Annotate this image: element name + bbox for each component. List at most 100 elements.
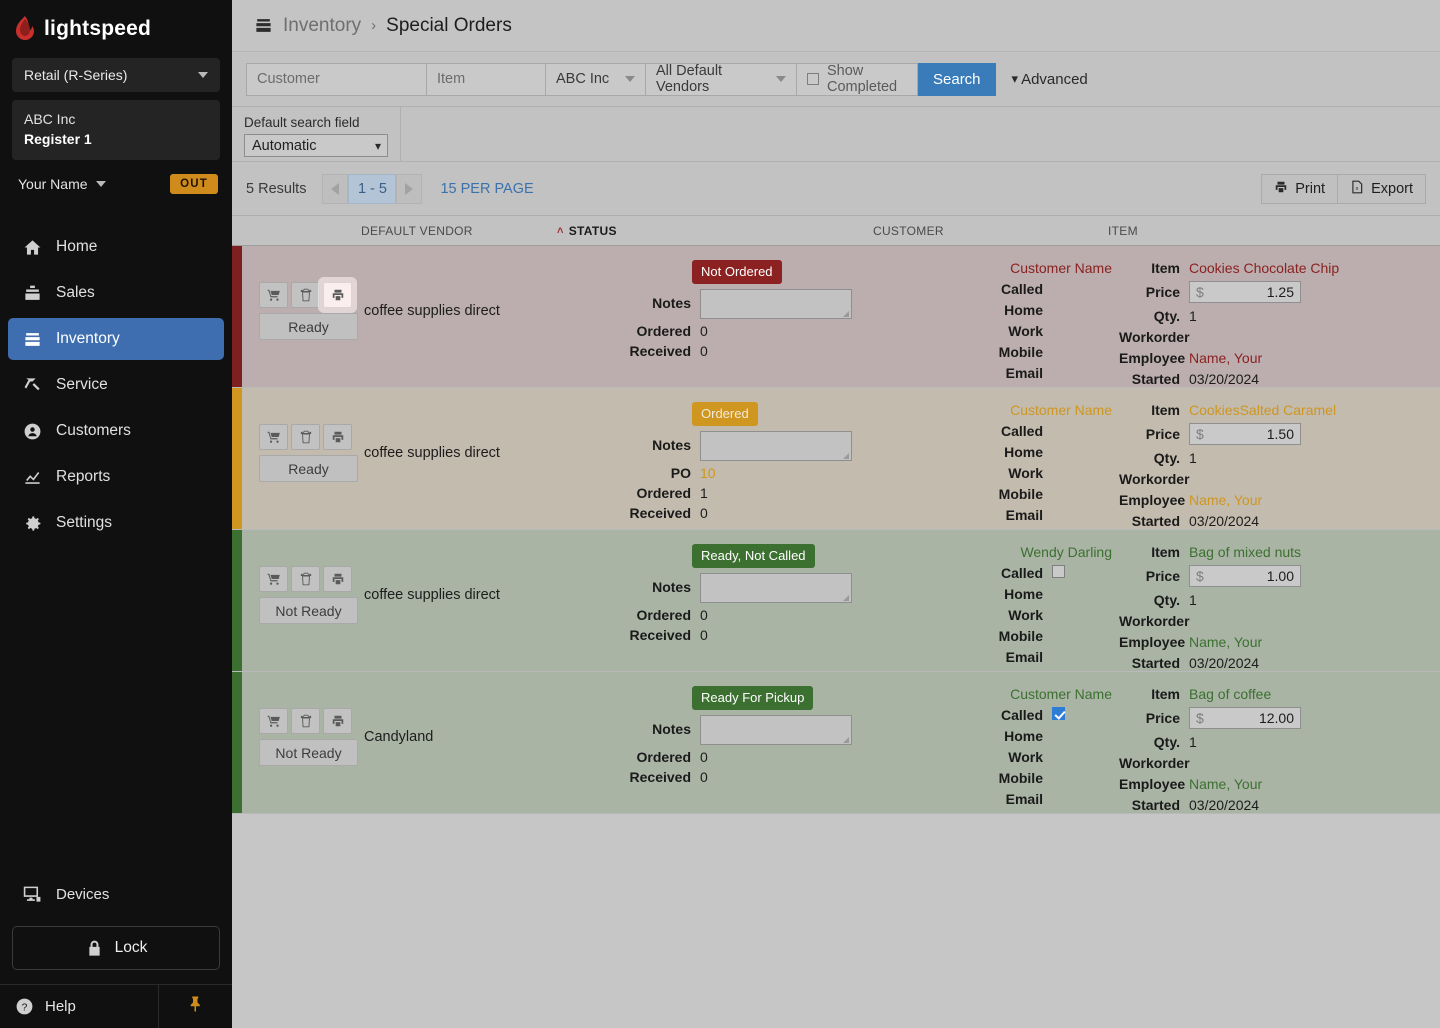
- delete-button[interactable]: [291, 282, 320, 308]
- row-item: Item Bag of coffee Price $12.00 Qty. 1 Wo…: [1119, 672, 1440, 813]
- export-button[interactable]: x Export: [1337, 173, 1426, 204]
- started-label: Started: [1131, 655, 1180, 671]
- print-row-button[interactable]: [323, 424, 352, 450]
- next-page-button[interactable]: [396, 173, 423, 204]
- sidebar-item-reports[interactable]: Reports: [8, 456, 224, 498]
- status-badge[interactable]: Ordered: [692, 402, 758, 426]
- customers-icon: [22, 421, 42, 441]
- row-qty: Qty. 1: [1119, 592, 1440, 608]
- prev-page-button[interactable]: [322, 173, 349, 204]
- lock-button[interactable]: Lock: [12, 926, 220, 970]
- ready-toggle-button[interactable]: Ready: [259, 455, 358, 482]
- ready-toggle-button[interactable]: Ready: [259, 313, 358, 340]
- print-button[interactable]: Print: [1261, 173, 1339, 204]
- sidebar-item-devices[interactable]: Devices: [0, 874, 232, 914]
- customer-search-input[interactable]: Customer: [246, 62, 427, 96]
- sidebar-item-settings[interactable]: Settings: [8, 502, 224, 544]
- row-mobile: Mobile: [874, 628, 1119, 644]
- advanced-toggle[interactable]: ▾ Advanced: [1012, 71, 1088, 88]
- ready-toggle-button[interactable]: Not Ready: [259, 597, 358, 624]
- started-value: 03/20/2024: [1189, 655, 1260, 671]
- price-input[interactable]: $1.50: [1189, 423, 1301, 445]
- delete-button[interactable]: [291, 708, 320, 734]
- called-checkbox[interactable]: [1052, 565, 1065, 578]
- register-name: Register 1: [24, 131, 92, 147]
- show-completed-checkbox[interactable]: Show Completed: [796, 62, 918, 96]
- add-to-cart-button[interactable]: [259, 282, 288, 308]
- brand-logo: lightspeed: [0, 0, 232, 52]
- item-search-input[interactable]: Item: [426, 62, 546, 96]
- delete-button[interactable]: [291, 424, 320, 450]
- print-row-button[interactable]: [323, 708, 352, 734]
- table-row: Not Ready Candyland Ready For Pickup Not…: [232, 672, 1440, 814]
- shop-select[interactable]: ABC Inc: [545, 62, 646, 96]
- per-page-button[interactable]: 15 PER PAGE: [440, 181, 533, 197]
- sidebar-item-inventory[interactable]: Inventory: [8, 318, 224, 360]
- called-checkbox[interactable]: [1052, 707, 1065, 720]
- svg-text:?: ?: [21, 1002, 27, 1013]
- employee-value[interactable]: Name, Your: [1189, 492, 1262, 508]
- notes-textarea[interactable]: [700, 431, 852, 461]
- row-email: Email: [874, 365, 1119, 381]
- notes-textarea[interactable]: [700, 715, 852, 745]
- status-badge[interactable]: Ready, Not Called: [692, 544, 815, 568]
- product-selector-label: Retail (R-Series): [24, 67, 128, 83]
- customer-name-link[interactable]: Customer Name: [874, 402, 1119, 418]
- column-header-item[interactable]: ITEM: [1108, 224, 1138, 238]
- notes-textarea[interactable]: [700, 573, 852, 603]
- row-employee: Employee Name, Your: [1119, 776, 1440, 792]
- add-to-cart-button[interactable]: [259, 708, 288, 734]
- started-label: Started: [1131, 797, 1180, 813]
- notes-textarea[interactable]: [700, 289, 852, 319]
- sidebar-item-home[interactable]: Home: [8, 226, 224, 268]
- store-register-box[interactable]: ABC Inc Register 1: [12, 100, 220, 160]
- employee-value[interactable]: Name, Your: [1189, 634, 1262, 650]
- help-button[interactable]: ? Help: [0, 985, 158, 1028]
- employee-value[interactable]: Name, Your: [1189, 776, 1262, 792]
- status-badge[interactable]: Not Ordered: [692, 260, 782, 284]
- current-page-range[interactable]: 1 - 5: [348, 173, 397, 204]
- row-work: Work: [874, 607, 1119, 623]
- column-header-status[interactable]: ˄ STATUS: [557, 224, 617, 238]
- add-to-cart-button[interactable]: [259, 566, 288, 592]
- customer-name-link[interactable]: Customer Name: [874, 260, 1119, 276]
- product-selector[interactable]: Retail (R-Series): [12, 58, 220, 92]
- vendor-select[interactable]: All Default Vendors: [645, 62, 797, 96]
- delete-button[interactable]: [291, 566, 320, 592]
- column-header-vendor[interactable]: DEFAULT VENDOR: [361, 224, 473, 238]
- user-menu[interactable]: Your Name: [18, 176, 106, 192]
- employee-value[interactable]: Name, Your: [1189, 350, 1262, 366]
- breadcrumb-parent[interactable]: Inventory: [283, 15, 361, 37]
- item-name-link[interactable]: Bag of mixed nuts: [1189, 544, 1301, 560]
- sidebar-item-sales[interactable]: Sales: [8, 272, 224, 314]
- default-search-field-select[interactable]: Automatic ▾: [244, 134, 388, 157]
- row-item-title: Item CookiesSalted Caramel: [1119, 402, 1440, 418]
- clock-out-button[interactable]: OUT: [170, 174, 218, 194]
- row-qty: Qty. 1: [1119, 734, 1440, 750]
- status-badge[interactable]: Ready For Pickup: [692, 686, 814, 710]
- customer-name-link[interactable]: Customer Name: [874, 686, 1119, 702]
- price-input[interactable]: $1.00: [1189, 565, 1301, 587]
- search-button[interactable]: Search: [918, 62, 996, 96]
- pin-button[interactable]: [158, 985, 232, 1028]
- print-row-button[interactable]: [323, 282, 352, 308]
- price-input[interactable]: $12.00: [1189, 707, 1301, 729]
- sidebar-item-service[interactable]: Service: [8, 364, 224, 406]
- row-ordered: Ordered 1: [564, 485, 874, 501]
- home-label: Home: [1004, 444, 1043, 460]
- svg-text:x: x: [1356, 185, 1359, 191]
- column-header-customer[interactable]: CUSTOMER: [873, 224, 944, 238]
- print-row-button[interactable]: [323, 566, 352, 592]
- row-actions: Not Ready: [242, 530, 364, 671]
- sidebar-item-customers[interactable]: Customers: [8, 410, 224, 452]
- row-email: Email: [874, 791, 1119, 807]
- item-name-link[interactable]: Bag of coffee: [1189, 686, 1271, 702]
- mobile-label: Mobile: [998, 486, 1043, 502]
- ready-toggle-button[interactable]: Not Ready: [259, 739, 358, 766]
- customer-name-link[interactable]: Wendy Darling: [874, 544, 1119, 560]
- item-name-link[interactable]: Cookies Chocolate Chip: [1189, 260, 1339, 276]
- price-input[interactable]: $1.25: [1189, 281, 1301, 303]
- add-to-cart-button[interactable]: [259, 424, 288, 450]
- item-name-link[interactable]: CookiesSalted Caramel: [1189, 402, 1336, 418]
- workorder-label: Workorder: [1119, 613, 1190, 629]
